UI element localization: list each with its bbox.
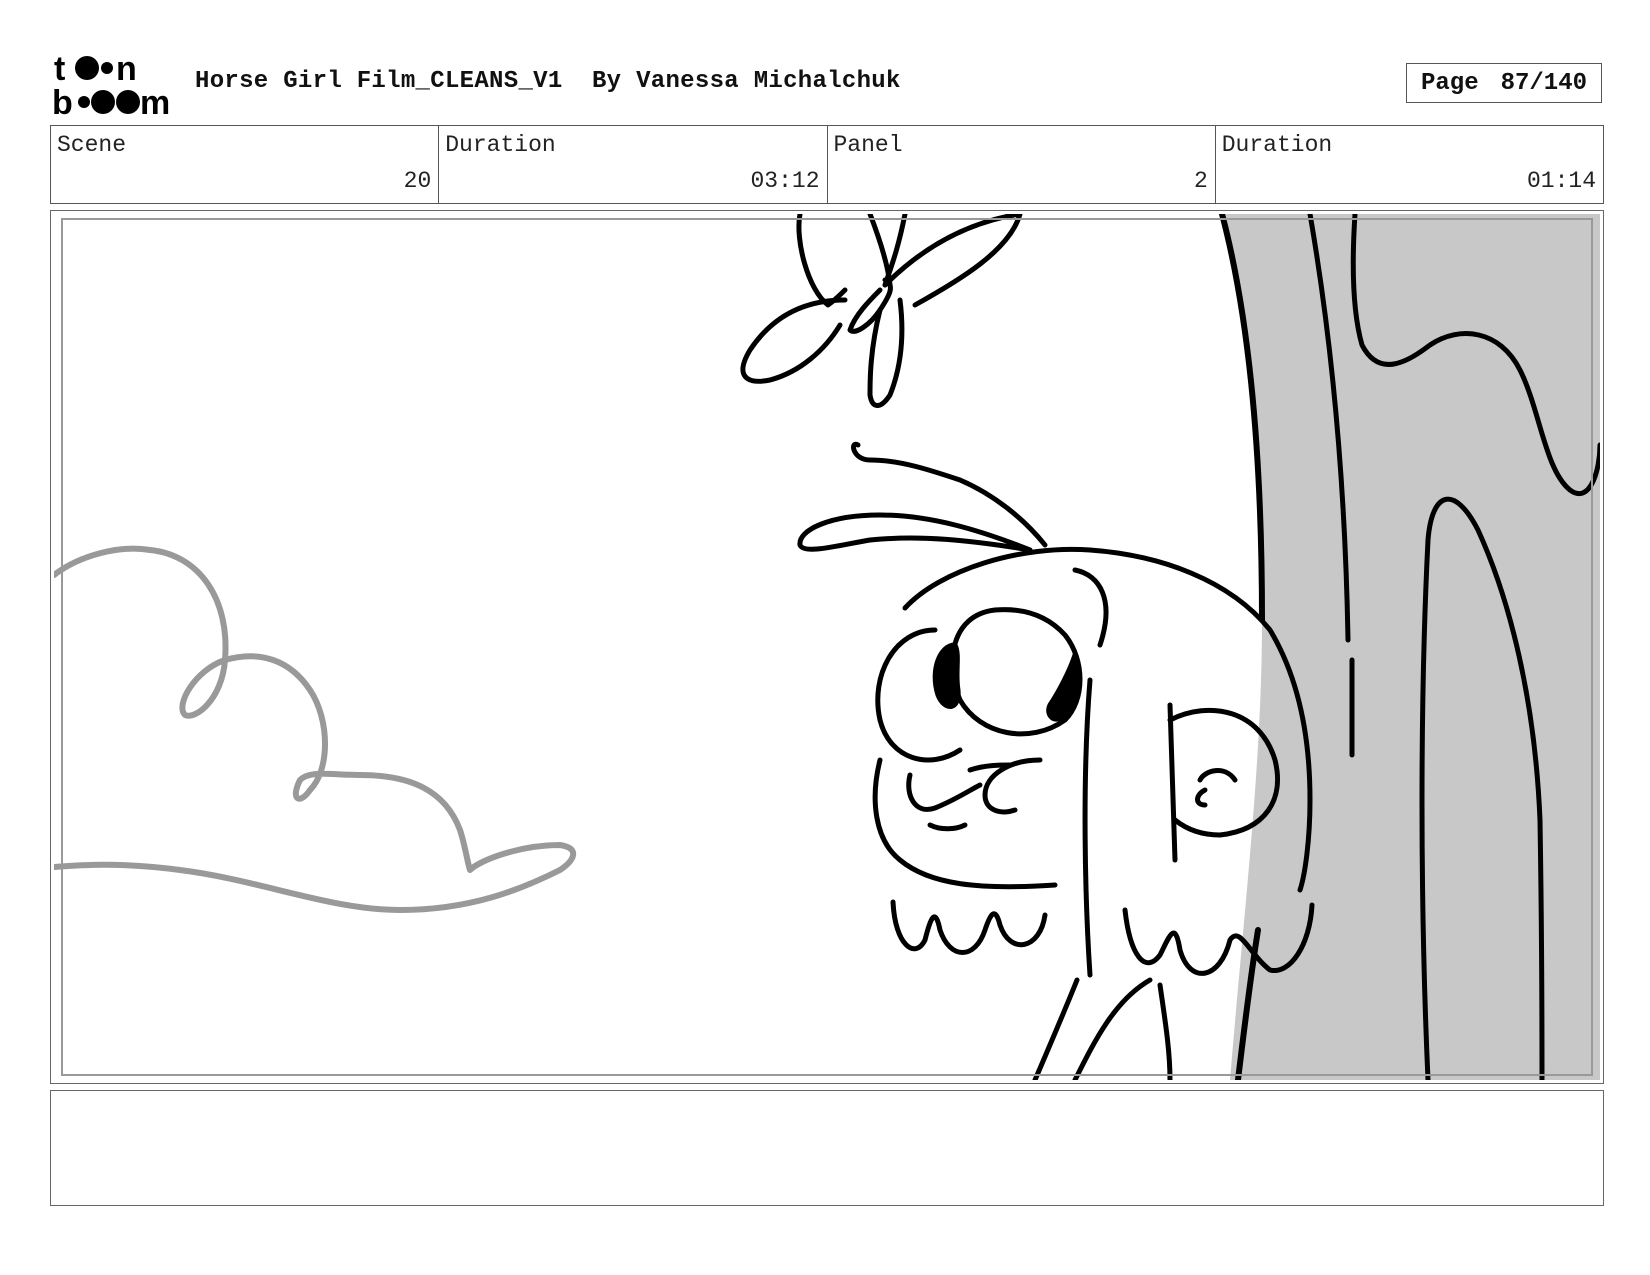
panel-cell: Panel 2: [828, 126, 1216, 203]
page-indicator: Page 87/140: [1406, 63, 1602, 103]
scene-duration-cell: Duration 03:12: [439, 126, 828, 203]
scene-duration-value: 03:12: [750, 168, 820, 194]
page-number: 87/140: [1500, 69, 1588, 97]
svg-text:t: t: [54, 50, 65, 88]
panel-info-row: Scene 20 Duration 03:12 Panel 2 Duration…: [50, 125, 1604, 204]
panel-label: Panel: [833, 132, 903, 158]
scene-value: 20: [403, 168, 432, 194]
panel-duration-label: Duration: [1221, 132, 1333, 158]
scene-duration-label: Duration: [445, 132, 556, 158]
panel-notes-box: [50, 1090, 1604, 1206]
panel-safe-area: [61, 218, 1593, 1076]
storyboard-title: Horse Girl Film_CLEANS_V1 By Vanessa Mic…: [195, 68, 901, 95]
scene-label: Scene: [57, 132, 127, 158]
page-label: Page: [1420, 69, 1479, 97]
scene-cell: Scene 20: [51, 126, 440, 203]
panel-value: 2: [1193, 168, 1208, 194]
toon-boom-logo: t n b m: [52, 50, 170, 116]
panel-duration-cell: Duration 01:14: [1216, 126, 1603, 203]
panel-duration-value: 01:14: [1526, 168, 1596, 194]
svg-text:b: b: [52, 84, 73, 116]
svg-text:n: n: [116, 50, 137, 88]
svg-text:m: m: [140, 84, 170, 116]
